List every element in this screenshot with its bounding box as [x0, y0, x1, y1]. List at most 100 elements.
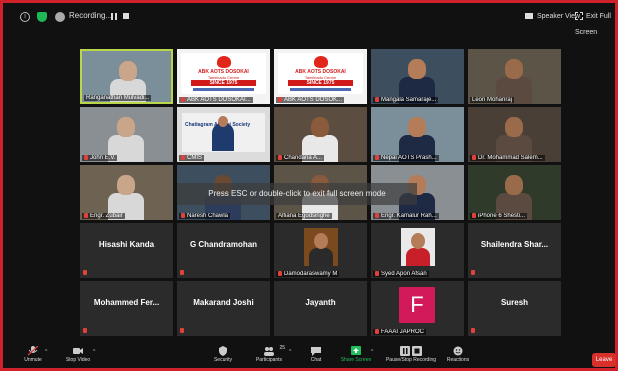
muted-mic-icon — [278, 270, 282, 276]
muted-mic-icon — [278, 96, 282, 102]
participant-name: FAAAI JAPROC — [381, 329, 425, 335]
muted-mic-icon — [181, 212, 185, 218]
share-options-chevron-icon[interactable]: ^ — [371, 349, 373, 355]
participant-name-label: Leon Mohanraj — [470, 97, 515, 103]
participants-button[interactable]: 25 Participants — [254, 345, 285, 363]
info-icon[interactable]: i — [20, 12, 30, 22]
reactions-button[interactable]: Reactions — [444, 346, 472, 363]
participant-name: Dr. Mohammad Salem... — [478, 155, 543, 161]
stop-icon[interactable] — [123, 13, 129, 19]
participant-tile[interactable]: Chandana A... — [274, 107, 367, 162]
participant-tile[interactable]: Ranganathan Mulvadi... — [80, 49, 173, 104]
participant-name-label: Syed Apon Afsan — [373, 270, 429, 277]
muted-mic-icon — [83, 328, 87, 333]
share-screen-button[interactable]: Share Screen — [339, 346, 373, 363]
profile-photo — [304, 228, 338, 266]
participant-name-label: Naresh Chawla — [179, 212, 231, 219]
participant-tile[interactable]: Mohammed Fer... — [80, 281, 173, 336]
leave-button[interactable]: Leave — [592, 353, 616, 367]
participant-tile[interactable]: Mangala Samaraje... — [371, 49, 464, 104]
video-camera-icon — [72, 346, 84, 356]
participant-tile[interactable]: John E.V. — [80, 107, 173, 162]
participant-display-name: Makarand Joshi — [193, 298, 254, 307]
participant-tile[interactable]: Dr. Mohammad Salem... — [468, 107, 561, 162]
participant-tile[interactable]: Suresh — [468, 281, 561, 336]
profile-body — [406, 248, 430, 266]
pause-stop-recording-label: Pause/Stop Recording — [385, 357, 437, 363]
banner-stripe — [193, 88, 254, 91]
stop-video-button[interactable]: Stop Video — [61, 346, 95, 363]
muted-mic-icon — [375, 212, 379, 218]
participant-tile[interactable]: Damodaraswamy M — [274, 223, 367, 278]
participants-options-chevron-icon[interactable]: ^ — [289, 349, 291, 355]
participant-name: Leon Mohanraj — [472, 97, 513, 103]
profile-body — [309, 248, 333, 266]
muted-mic-icon — [181, 154, 185, 160]
shield-security-icon — [217, 346, 229, 356]
participant-tile[interactable]: Chattagram Alumni Society CMIS — [177, 107, 270, 162]
participant-tile[interactable]: ABK AOTS DOSOKAI Tamilnadu Centre SINCE 19… — [177, 49, 270, 104]
pause-icon[interactable] — [111, 13, 118, 20]
exit-full-screen-icon — [575, 12, 583, 21]
participant-tile[interactable]: Shailendra Shar... — [468, 223, 561, 278]
participant-video — [371, 107, 464, 162]
fullscreen-hint: Press ESC or double-click to exit full s… — [177, 183, 417, 205]
participant-tile[interactable]: ABK AOTS DOSOKAI Tamilnadu Centre SINCE 19… — [274, 49, 367, 104]
speaker-face — [218, 116, 228, 127]
participant-face — [117, 175, 135, 195]
participant-tile[interactable]: Makarand Joshi — [177, 281, 270, 336]
participant-name: CMIS — [187, 155, 202, 161]
participant-video — [468, 165, 561, 220]
chat-button[interactable]: Chat — [306, 346, 326, 363]
security-button[interactable]: Security — [210, 346, 236, 363]
muted-mic-icon — [471, 270, 475, 275]
participant-name: Alfiana Egodsinghe — [278, 213, 330, 219]
muted-mic-icon — [83, 270, 87, 275]
society-backdrop: Chattagram Alumni Society — [182, 113, 265, 152]
unmute-button[interactable]: Unmute — [21, 345, 45, 363]
participant-face — [119, 61, 137, 81]
participant-display-name: Hisashi Kanda — [98, 240, 155, 249]
participant-tile[interactable]: iPhone 6 Shesti... — [468, 165, 561, 220]
participant-tile[interactable]: Engr. Zubair — [80, 165, 173, 220]
participant-display-name: Suresh — [500, 298, 529, 307]
participants-label: Participants — [255, 357, 283, 363]
participant-name: Syed Apon Afsan — [381, 271, 427, 277]
exit-full-screen-button[interactable]: Exit Full Screen — [575, 9, 618, 36]
unmute-options-chevron-icon[interactable]: ^ — [45, 349, 47, 355]
avatar-letter: F — [399, 287, 435, 323]
participant-tile[interactable]: Syed Apon Afsan — [371, 223, 464, 278]
speaker-view-icon — [525, 13, 533, 20]
participant-name-label: iPhone 6 Shesti... — [470, 212, 528, 219]
meeting-toolbar: Unmute ^ Stop Video ^ Security 25 Partic… — [3, 345, 615, 368]
participant-name: Chandana A... — [284, 155, 323, 161]
participant-tile[interactable]: Jayanth — [274, 281, 367, 336]
participant-face — [408, 117, 426, 137]
participant-name-label: ABK AOTS DOSOKAI... — [179, 96, 253, 103]
participant-name: iPhone 6 Shesti... — [478, 213, 526, 219]
participant-display-name: Shailendra Shar... — [480, 240, 549, 249]
muted-mic-icon — [375, 96, 379, 102]
participant-tile[interactable]: Nepal AOTS Prash... — [371, 107, 464, 162]
participant-name: Damodaraswamy M — [284, 271, 338, 277]
shield-icon[interactable] — [37, 12, 47, 22]
organization-logo-icon — [314, 56, 328, 68]
speaker-view-button[interactable]: Speaker View — [525, 9, 580, 25]
speaker-body — [212, 123, 234, 151]
participant-name: Mangala Samaraje... — [381, 97, 437, 103]
participant-tile[interactable]: F FAAAI JAPROC — [371, 281, 464, 336]
video-options-chevron-icon[interactable]: ^ — [93, 349, 95, 355]
participant-display-name: Mohammed Fer... — [93, 298, 160, 307]
reactions-smiley-icon — [452, 346, 464, 356]
profile-face — [411, 233, 425, 249]
chat-label: Chat — [310, 357, 322, 363]
participant-tile[interactable]: G Chandramohan — [177, 223, 270, 278]
muted-mic-icon — [180, 328, 184, 333]
participant-tile[interactable]: Leon Mohanraj — [468, 49, 561, 104]
participants-icon: 25 — [263, 345, 285, 356]
participant-tile[interactable]: Hisashi Kanda — [80, 223, 173, 278]
pause-stop-recording-button[interactable]: Pause/Stop Recording — [385, 346, 437, 363]
organization-banner: ABK AOTS DOSOKAI Tamilnadu Centre SINCE 19… — [181, 53, 266, 94]
profile-face — [314, 233, 328, 249]
participant-name: ABK AOTS DOSOK... — [284, 97, 343, 103]
